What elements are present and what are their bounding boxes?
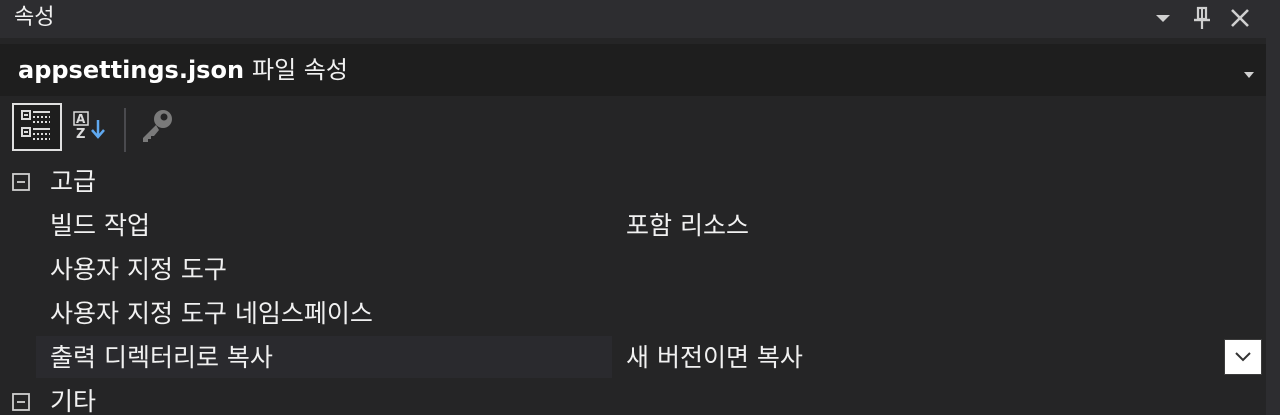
property-value[interactable]: 새 버전이면 복사 bbox=[626, 342, 803, 374]
collapse-icon[interactable] bbox=[12, 173, 30, 191]
categorized-button[interactable] bbox=[12, 103, 62, 151]
property-pages-icon bbox=[137, 105, 177, 149]
auto-hide-button[interactable] bbox=[1187, 4, 1217, 32]
property-row-custom-tool[interactable]: 사용자 지정 도구 bbox=[0, 248, 1266, 292]
title-bar: 속성 bbox=[0, 0, 1280, 38]
properties-panel: 속성 appsettings.json 파일 속성 A Z 고급 빌드 작업 포… bbox=[0, 0, 1280, 415]
pin-icon bbox=[1193, 6, 1211, 30]
panel-right-edge bbox=[1266, 38, 1280, 415]
object-selector[interactable]: appsettings.json 파일 속성 bbox=[0, 44, 1266, 96]
property-pages-button[interactable] bbox=[132, 103, 182, 151]
svg-text:Z: Z bbox=[76, 127, 85, 142]
window-options-button[interactable] bbox=[1148, 4, 1178, 32]
collapse-icon[interactable] bbox=[12, 393, 30, 411]
alphabetical-sort-icon: A Z bbox=[70, 108, 108, 146]
value-dropdown-button[interactable] bbox=[1224, 339, 1262, 375]
alphabetical-button[interactable]: A Z bbox=[64, 103, 114, 151]
property-value[interactable]: 포함 리소스 bbox=[626, 210, 749, 242]
category-advanced[interactable]: 고급 bbox=[0, 160, 1266, 204]
close-button[interactable] bbox=[1225, 4, 1255, 32]
property-row-custom-tool-namespace[interactable]: 사용자 지정 도구 네임스페이스 bbox=[0, 292, 1266, 336]
property-name: 출력 디렉터리로 복사 bbox=[50, 343, 273, 372]
chevron-down-icon bbox=[1154, 12, 1172, 24]
property-row-build-action[interactable]: 빌드 작업 포함 리소스 bbox=[0, 204, 1266, 248]
panel-title: 속성 bbox=[14, 5, 55, 30]
property-name: 사용자 지정 도구 네임스페이스 bbox=[50, 299, 373, 328]
svg-text:A: A bbox=[76, 112, 86, 126]
category-misc[interactable]: 기타 bbox=[0, 380, 1266, 415]
property-name: 빌드 작업 bbox=[50, 211, 150, 240]
selected-object-name: appsettings.json bbox=[18, 56, 245, 84]
properties-toolbar: A Z bbox=[0, 100, 1266, 154]
category-label: 고급 bbox=[50, 167, 97, 196]
categorized-icon bbox=[20, 108, 54, 146]
property-grid: 고급 빌드 작업 포함 리소스 사용자 지정 도구 사용자 지정 도구 네임스페… bbox=[0, 158, 1266, 415]
category-label: 기타 bbox=[50, 387, 97, 415]
property-name: 사용자 지정 도구 bbox=[50, 255, 227, 284]
selected-object-type: 파일 속성 bbox=[252, 56, 348, 84]
chevron-down-icon[interactable] bbox=[1243, 64, 1255, 83]
property-row-copy-to-output[interactable]: 출력 디렉터리로 복사 새 버전이면 복사 bbox=[0, 336, 1266, 380]
chevron-down-icon bbox=[1234, 348, 1252, 367]
toolbar-separator bbox=[124, 108, 126, 152]
close-icon bbox=[1229, 7, 1251, 29]
